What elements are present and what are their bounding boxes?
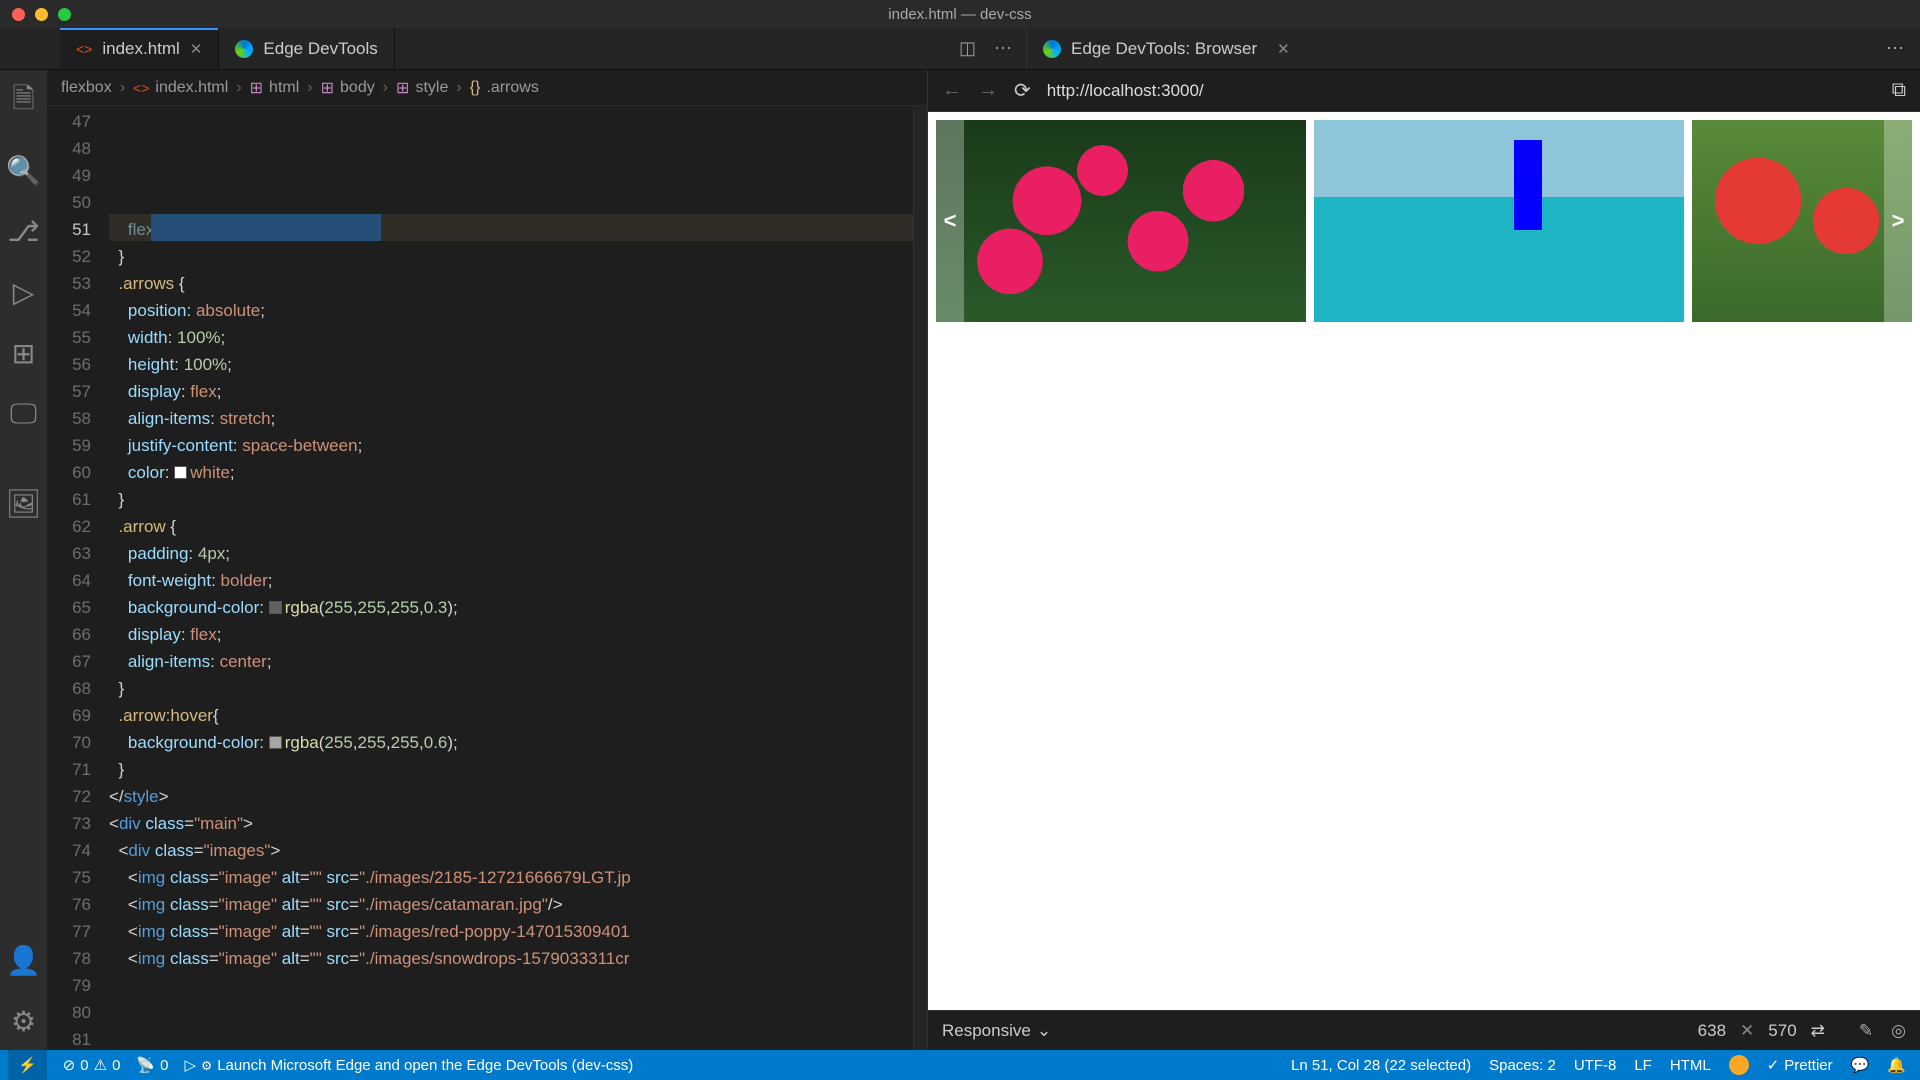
language-mode[interactable]: HTML (1670, 1057, 1711, 1074)
source-control-icon[interactable]: ⎇ (7, 215, 39, 248)
launch-edge-button[interactable]: ▷⚙ Launch Microsoft Edge and open the Ed… (184, 1056, 633, 1074)
dimension-x-icon: ✕ (1740, 1021, 1754, 1041)
status-bar: ⚡ ⊘ 0 ⚠ 0 📡 0 ▷⚙ Launch Microsoft Edge a… (0, 1050, 1920, 1080)
tab-edge-devtools[interactable]: Edge DevTools (219, 28, 394, 69)
prettier-status[interactable]: ✓ Prettier (1767, 1056, 1833, 1074)
inspect-icon[interactable]: ◎ (1891, 1021, 1906, 1041)
carousel-image (1314, 120, 1684, 322)
extensions-icon[interactable]: ⊞ (12, 337, 35, 370)
bell-icon[interactable]: 🔔 (1887, 1056, 1906, 1074)
search-icon[interactable]: 🔍 (6, 154, 41, 187)
breadcrumb-item[interactable]: <>index.html (133, 79, 228, 97)
explorer-icon[interactable]: 🗎 (12, 78, 35, 126)
browser-nav: ← → ⟳ http://localhost:3000/ ⧉ (928, 70, 1920, 112)
back-icon[interactable]: ← (942, 79, 962, 102)
accounts-icon[interactable]: 👤 (6, 944, 41, 977)
more-actions-icon[interactable]: ⋯ (1886, 38, 1904, 59)
activity-bar: 🗎 🔍 ⎇ ▷ ⊞ 🖵 🖼 👤 ⚙ (0, 70, 47, 1050)
breadcrumb-item[interactable]: ⊞style (396, 78, 448, 98)
code-editor[interactable]: 4748495051525354555657585960616263646566… (47, 106, 927, 1050)
close-icon[interactable]: ✕ (1277, 40, 1290, 58)
rotate-icon[interactable]: ⇄ (1811, 1021, 1825, 1041)
run-debug-icon[interactable]: ▷ (13, 276, 35, 309)
carousel-image (936, 120, 1306, 322)
breadcrumb-item[interactable]: ⊞body (321, 78, 375, 98)
tab-label: Edge DevTools (263, 39, 377, 59)
tab-label: index.html (102, 39, 179, 59)
minimap[interactable] (913, 106, 927, 1050)
breadcrumb-item[interactable]: {}.arrows (470, 79, 539, 97)
remote-explorer-icon[interactable]: 🖵 (10, 398, 37, 431)
breadcrumb-item[interactable]: flexbox (61, 79, 112, 97)
more-actions-icon[interactable]: ⋯ (994, 38, 1012, 59)
traffic-lights (0, 8, 71, 21)
breadcrumbs[interactable]: flexbox› <>index.html› ⊞html› ⊞body› ⊞st… (47, 70, 927, 106)
line-number-gutter: 4748495051525354555657585960616263646566… (47, 106, 109, 1050)
settings-gear-icon[interactable]: ⚙ (11, 1005, 36, 1038)
carousel-next-arrow[interactable]: > (1884, 112, 1912, 330)
url-bar[interactable]: http://localhost:3000/ (1047, 81, 1876, 101)
split-editor-icon[interactable]: ◫ (959, 38, 976, 59)
carousel-prev-arrow[interactable]: < (936, 112, 964, 330)
minimize-window-button[interactable] (35, 8, 48, 21)
eol-status[interactable]: LF (1634, 1057, 1652, 1074)
maximize-window-button[interactable] (58, 8, 71, 21)
carousel-image (1692, 120, 1912, 322)
close-icon[interactable]: ✕ (190, 40, 203, 58)
tab-bar: <> index.html ✕ Edge DevTools ◫ ⋯ Edge D… (0, 28, 1920, 70)
remote-button[interactable]: ⚡ (8, 1050, 47, 1080)
edge-icon (1043, 40, 1061, 58)
edge-icon (235, 40, 253, 58)
browser-viewport[interactable]: < > (928, 112, 1920, 1010)
device-select[interactable]: Responsive⌄ (942, 1021, 1051, 1041)
html-file-icon: <> (76, 41, 92, 57)
breadcrumb-item[interactable]: ⊞html (250, 78, 300, 98)
feedback-icon[interactable]: 💬 (1851, 1056, 1870, 1074)
image-icon[interactable]: 🖼 (6, 487, 42, 520)
touch-icon[interactable]: ✎ (1859, 1021, 1873, 1041)
viewport-width[interactable]: 638 (1698, 1021, 1726, 1041)
forward-icon[interactable]: → (978, 79, 998, 102)
viewport-height[interactable]: 570 (1768, 1021, 1796, 1041)
encoding-status[interactable]: UTF-8 (1574, 1057, 1617, 1074)
window-title: index.html — dev-css (888, 6, 1031, 23)
tab-label: Edge DevTools: Browser (1071, 39, 1257, 59)
code-content[interactable]: flex-shrink: 0; } .arrows { position: ab… (109, 106, 913, 1050)
browser-pane: ← → ⟳ http://localhost:3000/ ⧉ < > Respo… (927, 70, 1920, 1050)
cat-icon[interactable] (1729, 1055, 1749, 1075)
tab-index-html[interactable]: <> index.html ✕ (60, 28, 219, 69)
responsive-toolbar: Responsive⌄ 638 ✕ 570 ⇄ ✎ ◎ (928, 1010, 1920, 1050)
port-status[interactable]: 📡 0 (136, 1056, 168, 1074)
chevron-down-icon: ⌄ (1037, 1021, 1051, 1041)
close-window-button[interactable] (12, 8, 25, 21)
titlebar: index.html — dev-css (0, 0, 1920, 28)
indent-status[interactable]: Spaces: 2 (1489, 1057, 1556, 1074)
reload-icon[interactable]: ⟳ (1014, 78, 1031, 103)
cursor-position[interactable]: Ln 51, Col 28 (22 selected) (1291, 1057, 1471, 1074)
screencast-icon[interactable]: ⧉ (1892, 79, 1906, 102)
problems-errors[interactable]: ⊘ 0 ⚠ 0 (63, 1056, 121, 1074)
tab-edge-browser[interactable]: Edge DevTools: Browser ✕ (1026, 28, 1306, 69)
editor-pane: flexbox› <>index.html› ⊞html› ⊞body› ⊞st… (47, 70, 927, 1050)
